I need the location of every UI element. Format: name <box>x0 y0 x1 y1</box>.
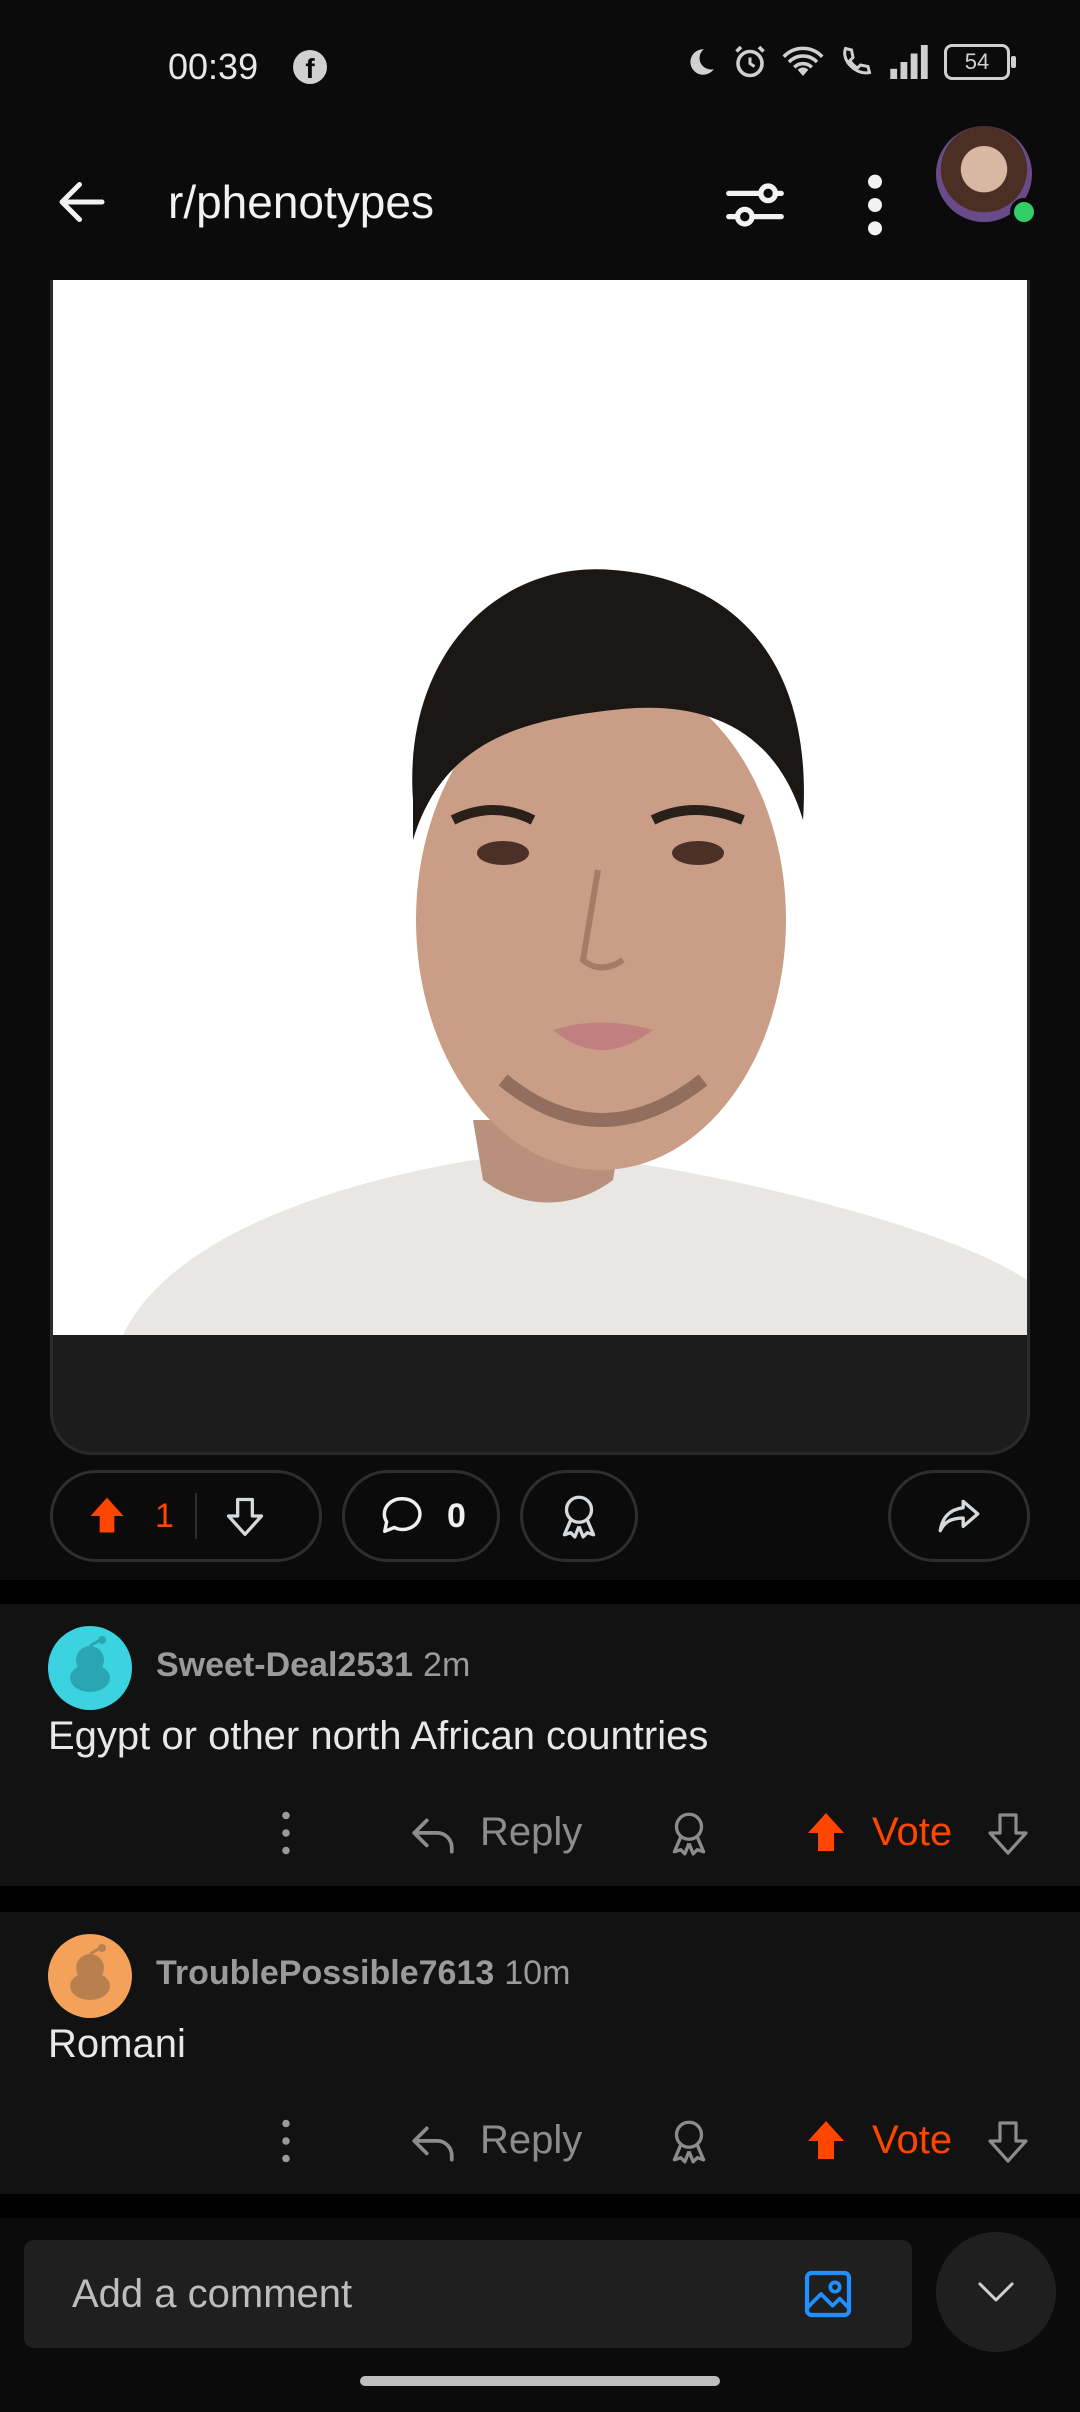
comment[interactable]: TroublePossible7613 10m Romani Reply Vote <box>0 1912 1080 2194</box>
filter-sort-icon[interactable] <box>720 170 790 240</box>
wifi-icon <box>782 46 824 76</box>
back-arrow-icon[interactable] <box>52 172 112 232</box>
vote-separator <box>195 1493 197 1539</box>
upvote-icon[interactable] <box>85 1494 129 1538</box>
online-status-dot <box>1010 198 1038 226</box>
reply-button[interactable]: Reply <box>480 1810 582 1855</box>
portrait-illustration <box>53 280 1027 1335</box>
post-card[interactable] <box>50 280 1030 1455</box>
share-icon <box>938 1499 980 1533</box>
comment-downvote-icon[interactable] <box>984 1808 1032 1858</box>
reply-icon[interactable] <box>408 2120 458 2166</box>
status-time: 00:39 <box>168 46 259 87</box>
comment-award-icon[interactable] <box>664 2116 714 2166</box>
award-button[interactable] <box>520 1470 638 1562</box>
comment-more-icon[interactable] <box>276 1808 296 1858</box>
comment-award-icon[interactable] <box>664 1808 714 1858</box>
snoo-avatar-icon <box>70 1636 110 1692</box>
moon-icon <box>690 49 714 75</box>
call-icon <box>843 46 872 75</box>
comment-body: Romani <box>48 2022 186 2066</box>
downvote-icon[interactable] <box>223 1494 267 1538</box>
comment-body: Egypt or other north African countries <box>48 1714 709 1758</box>
comment-count: 0 <box>447 1496 466 1535</box>
section-divider <box>0 1886 1080 1910</box>
vote-label: Vote <box>872 1810 953 1854</box>
comment[interactable]: Sweet-Deal2531 2m Egypt or other north Af… <box>0 1604 1080 1886</box>
subreddit-title[interactable]: r/phenotypes <box>168 170 434 234</box>
comment-composer-bar: Add a comment <box>0 2218 1080 2412</box>
post-image[interactable] <box>53 280 1027 1335</box>
vote-pill: 1 <box>50 1470 322 1562</box>
comment-button[interactable]: 0 <box>342 1470 500 1562</box>
status-icons: 54 <box>684 44 1016 80</box>
comment-username[interactable]: Sweet-Deal2531 2m <box>156 1646 470 1685</box>
home-indicator[interactable] <box>360 2376 720 2386</box>
comment-upvote-icon[interactable] <box>802 1808 850 1858</box>
vote-label: Vote <box>872 2118 953 2162</box>
battery-icon: 54 <box>944 44 1016 80</box>
comment-actions: Reply Vote <box>0 2102 1080 2182</box>
section-divider <box>0 2194 1080 2218</box>
app-bar: r/phenotypes <box>0 130 1080 280</box>
attach-image-icon[interactable] <box>800 2266 856 2322</box>
post-content: 1 0 <box>0 280 1080 1580</box>
share-button[interactable] <box>888 1470 1030 1562</box>
comment-avatar[interactable] <box>48 1934 132 2018</box>
comment-username[interactable]: TroublePossible7613 10m <box>156 1954 570 1993</box>
comment-timestamp: 10m <box>504 1954 571 1992</box>
facebook-notification-icon: f <box>293 50 327 84</box>
status-bar: 00:39 f 54 <box>0 0 1080 130</box>
more-options-icon[interactable] <box>860 170 890 240</box>
comment-bubble-icon <box>382 1497 422 1534</box>
reply-button[interactable]: Reply <box>480 2118 582 2163</box>
post-actions: 1 0 <box>0 1470 1080 1570</box>
comment-avatar[interactable] <box>48 1626 132 1710</box>
comment-timestamp: 2m <box>423 1646 471 1684</box>
add-comment-input[interactable]: Add a comment <box>24 2240 912 2348</box>
comment-more-icon[interactable] <box>276 2116 296 2166</box>
chevron-down-icon <box>978 2282 1014 2302</box>
comment-downvote-icon[interactable] <box>984 2116 1032 2166</box>
award-icon <box>562 1495 596 1539</box>
reply-icon[interactable] <box>408 1812 458 1858</box>
snoo-avatar-icon <box>70 1944 110 2000</box>
comment-actions: Reply Vote <box>0 1794 1080 1874</box>
vote-count: 1 <box>155 1496 174 1535</box>
signal-icon <box>890 45 928 79</box>
section-divider <box>0 1580 1080 1604</box>
alarm-icon <box>735 45 765 78</box>
comment-upvote-icon[interactable] <box>802 2116 850 2166</box>
collapse-button[interactable] <box>936 2232 1056 2352</box>
